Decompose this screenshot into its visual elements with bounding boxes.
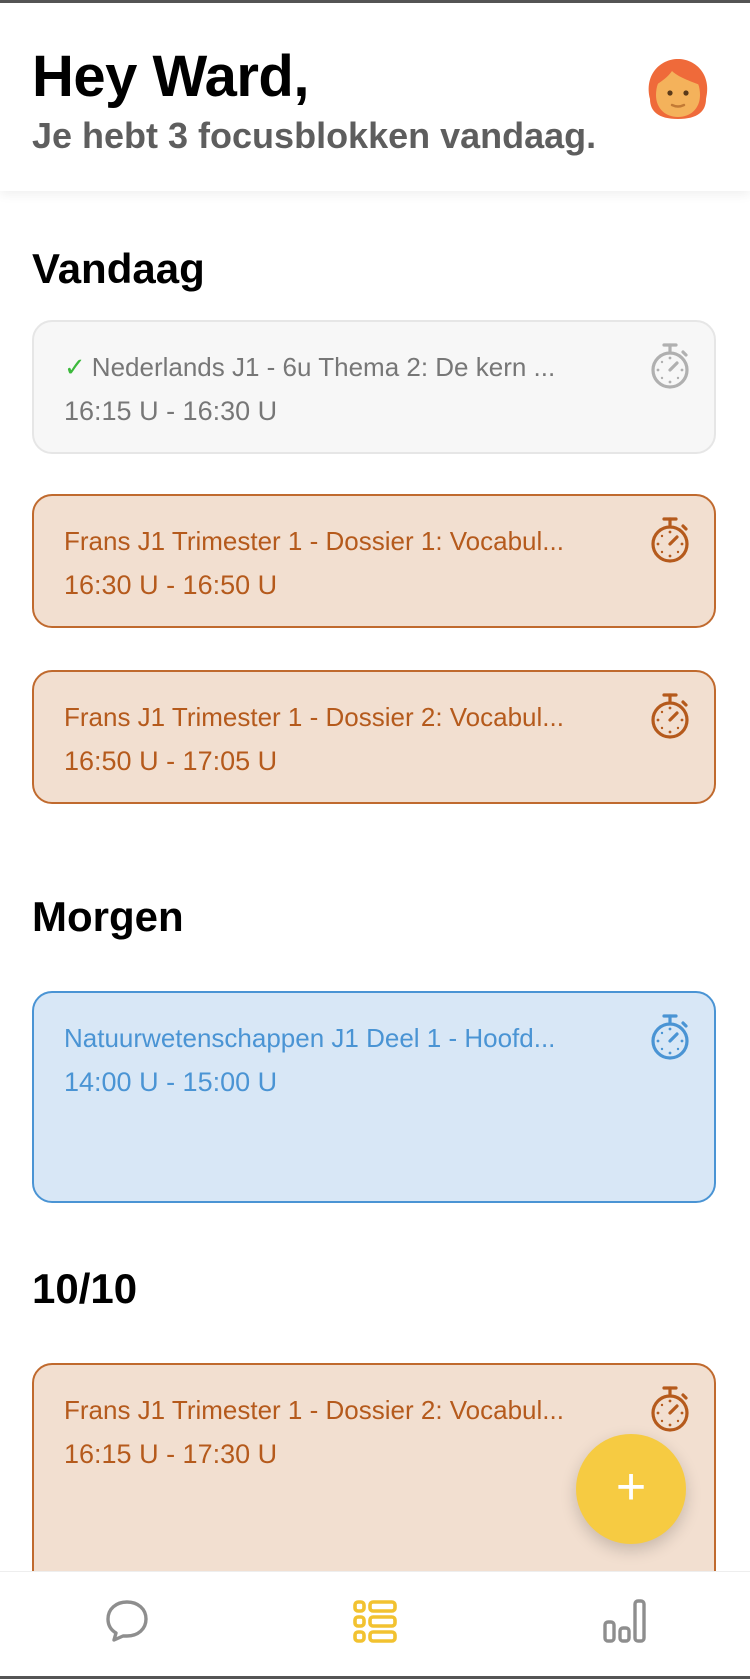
focus-block-time: 14:00 U - 15:00 U (64, 1067, 278, 1097)
add-focus-block-button[interactable]: + (576, 1434, 686, 1544)
list-grid-icon[interactable] (352, 1598, 398, 1644)
focus-block-time: 16:15 U - 17:30 U (64, 1439, 278, 1469)
stopwatch-icon[interactable] (648, 516, 692, 564)
stopwatch-icon[interactable] (648, 1013, 692, 1061)
stopwatch-icon[interactable] (648, 342, 692, 390)
check-icon: ✓ (64, 352, 86, 382)
greeting-header: Hey Ward, Je hebt 3 focusblokken vandaag… (0, 3, 750, 191)
section-title-today: Vandaag (32, 245, 205, 292)
focus-block-title: Frans J1 Trimester 1 - Dossier 2: Vocabu… (64, 1395, 564, 1425)
focus-block-time: 16:50 U - 17:05 U (64, 746, 278, 776)
focus-block-title: ✓ Nederlands J1 - 6u Thema 2: De kern ... (64, 352, 556, 382)
focus-block-title: Frans J1 Trimester 1 - Dossier 1: Vocabu… (64, 526, 564, 556)
focus-block-card[interactable]: Natuurwetenschappen J1 Deel 1 - Hoofd...… (32, 991, 716, 1203)
bottom-nav (0, 1571, 750, 1680)
section-title-tomorrow: Morgen (32, 893, 184, 940)
greeting-title: Hey Ward, (32, 44, 309, 109)
plus-icon: + (615, 1458, 647, 1516)
greeting-subtitle: Je hebt 3 focusblokken vandaag. (32, 115, 597, 156)
focus-block-time: 16:30 U - 16:50 U (64, 570, 278, 600)
focus-block-title: Natuurwetenschappen J1 Deel 1 - Hoofd... (64, 1023, 556, 1053)
avatar[interactable] (642, 55, 714, 127)
focus-block-card[interactable]: Frans J1 Trimester 1 - Dossier 1: Vocabu… (32, 494, 716, 628)
section-title-date: 10/10 (32, 1265, 138, 1312)
stopwatch-icon[interactable] (648, 1385, 692, 1433)
focus-block-card[interactable]: Frans J1 Trimester 1 - Dossier 2: Vocabu… (32, 670, 716, 804)
bar-chart-icon[interactable] (602, 1598, 648, 1644)
focus-block-title: Frans J1 Trimester 1 - Dossier 2: Vocabu… (64, 702, 564, 732)
chat-bubble-icon[interactable] (104, 1598, 150, 1644)
stopwatch-icon[interactable] (648, 692, 692, 740)
agenda-list[interactable]: Vandaag ✓ Nederlands J1 - 6u Thema 2: De … (0, 191, 750, 1571)
focus-block-card[interactable]: ✓ Nederlands J1 - 6u Thema 2: De kern ...… (32, 320, 716, 454)
focus-block-time: 16:15 U - 16:30 U (64, 396, 278, 426)
